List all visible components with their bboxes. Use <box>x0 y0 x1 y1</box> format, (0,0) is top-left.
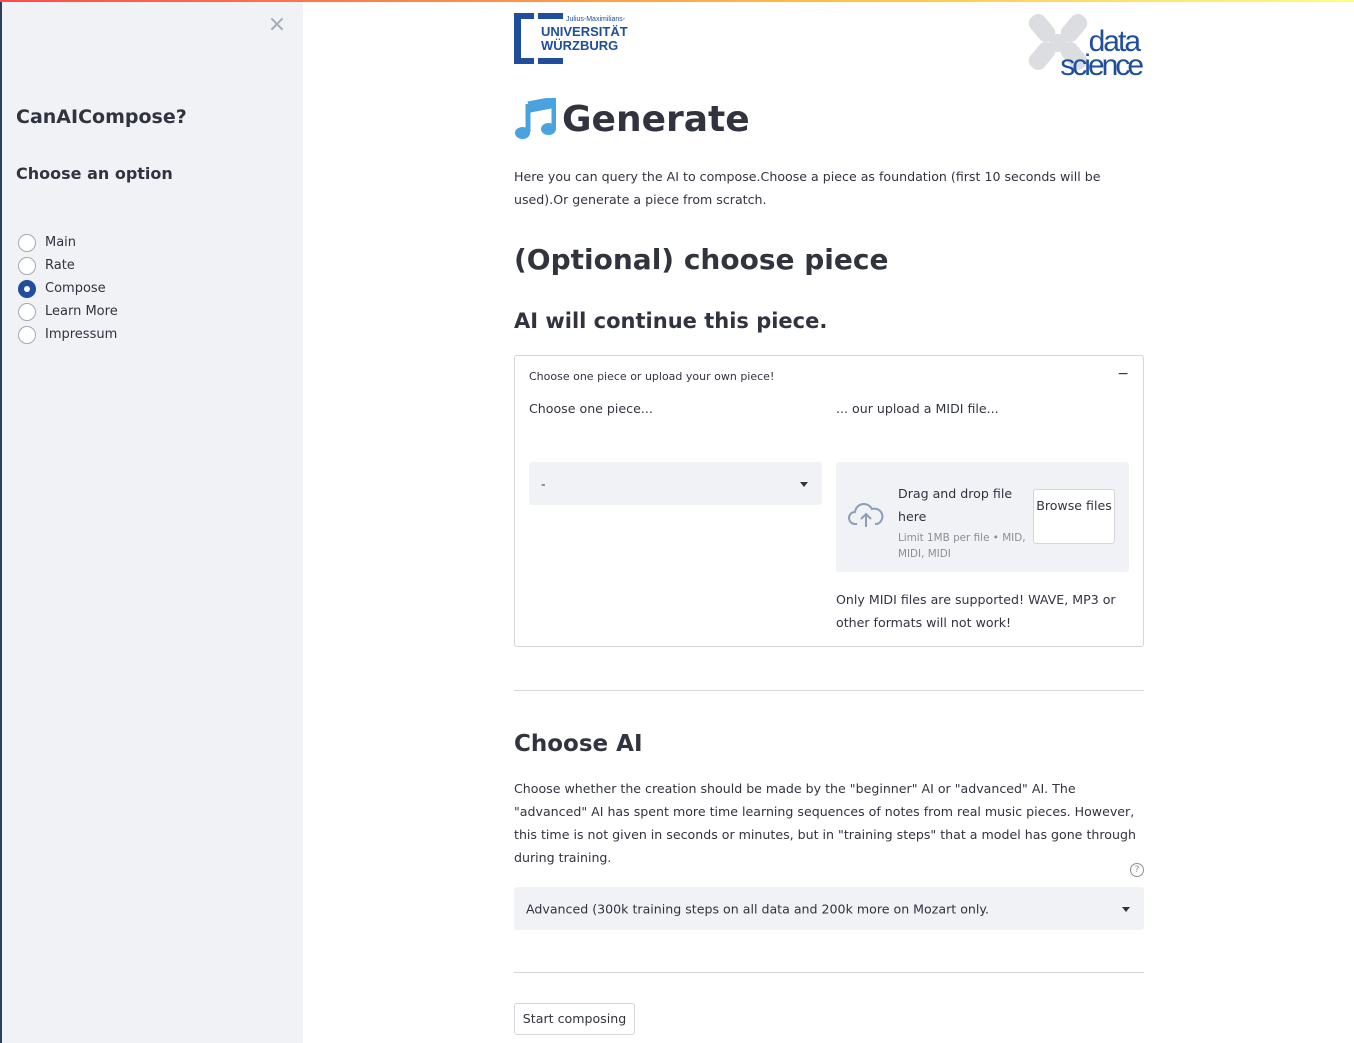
ai-model-select-value: Advanced (300k training steps on all dat… <box>526 901 990 916</box>
radio-label: Compose <box>45 281 106 296</box>
intro-text: Here you can query the AI to compose.Cho… <box>514 169 1101 207</box>
choose-piece-label: Choose one piece... <box>529 401 653 416</box>
choose-ai-title: Choose AI <box>514 731 643 757</box>
cloud-upload-icon <box>848 503 884 527</box>
main-content: Julius-Maximilians- UNIVERSITÄT WÜRZBURG… <box>514 0 1144 1043</box>
divider <box>514 690 1144 691</box>
uni-logo-line1: UNIVERSITÄT <box>541 24 628 39</box>
piece-select[interactable]: - <box>529 462 822 505</box>
radio-circle-selected[interactable] <box>18 279 36 298</box>
radio-compose[interactable]: Compose <box>18 277 118 300</box>
radio-circle[interactable] <box>18 302 36 321</box>
browse-files-button[interactable]: Browse files <box>1033 489 1115 544</box>
chevron-down-icon <box>800 481 808 487</box>
choose-piece-expander: Choose one piece or upload your own piec… <box>514 355 1144 647</box>
radio-label: Main <box>45 235 77 250</box>
piece-select-value: - <box>541 476 546 491</box>
radio-label: Impressum <box>45 327 118 342</box>
help-icon[interactable]: ? <box>1130 863 1144 877</box>
collapse-icon[interactable]: − <box>1117 366 1129 382</box>
radio-circle[interactable] <box>18 325 36 344</box>
dropzone-title: Drag and drop file here <box>898 486 1013 524</box>
expander-header[interactable]: Choose one piece or upload your own piec… <box>529 370 774 383</box>
close-sidebar-icon[interactable]: × <box>266 12 288 38</box>
file-dropzone[interactable]: Drag and drop file here Limit 1MB per fi… <box>836 462 1129 572</box>
radio-label: Rate <box>45 258 75 273</box>
sidebar: × CanAICompose? Choose an option Main Ra… <box>0 0 303 1043</box>
start-composing-button[interactable]: Start composing <box>514 1003 635 1035</box>
section-title: (Optional) choose piece <box>514 243 889 276</box>
university-wuerzburg-logo: Julius-Maximilians- UNIVERSITÄT WÜRZBURG <box>514 13 628 64</box>
uni-logo-small-text: Julius-Maximilians- <box>566 16 626 23</box>
chevron-down-icon <box>1122 906 1130 912</box>
radio-learn-more[interactable]: Learn More <box>18 300 118 323</box>
section-subtitle: AI will continue this piece. <box>514 309 828 333</box>
radio-circle[interactable] <box>18 233 36 252</box>
radio-label: Learn More <box>45 304 118 319</box>
ds-logo-line2: science <box>1060 49 1143 79</box>
musical-note-icon <box>515 98 556 139</box>
page-title: Generate <box>514 98 750 140</box>
top-decoration-bar <box>0 0 1354 2</box>
data-science-logo: data science <box>1028 13 1144 79</box>
divider <box>514 972 1144 973</box>
radio-circle[interactable] <box>18 256 36 275</box>
midi-only-note: Only MIDI files are supported! WAVE, MP3… <box>836 592 1116 630</box>
ai-model-select[interactable]: Advanced (300k training steps on all dat… <box>514 887 1144 930</box>
upload-midi-label: ... our upload a MIDI file... <box>836 401 999 416</box>
uni-logo-line2: WÜRZBURG <box>541 38 618 53</box>
radio-main[interactable]: Main <box>18 231 118 254</box>
radio-impressum[interactable]: Impressum <box>18 323 118 346</box>
dropzone-limit: Limit 1MB per file • MID, MIDI, MIDI <box>898 532 1026 560</box>
left-edge-strip <box>0 0 2 1043</box>
sidebar-subtitle: Choose an option <box>16 164 173 183</box>
page-title-text: Generate <box>562 98 750 140</box>
sidebar-title: CanAICompose? <box>16 106 187 128</box>
choose-ai-description: Choose whether the creation should be ma… <box>514 781 1136 865</box>
nav-radio-group: Main Rate Compose Learn More Impressum <box>18 231 118 346</box>
radio-rate[interactable]: Rate <box>18 254 118 277</box>
